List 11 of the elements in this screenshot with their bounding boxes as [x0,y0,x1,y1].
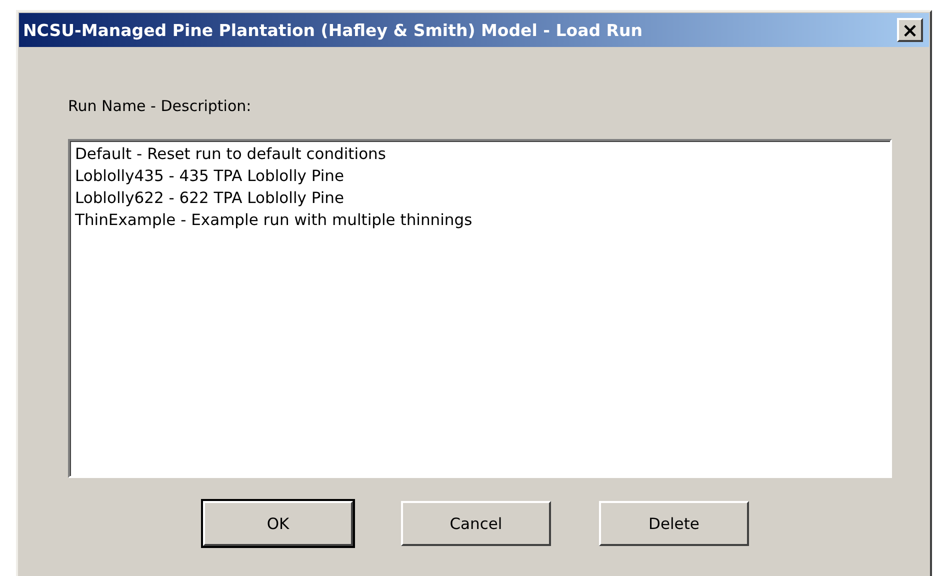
dialog-button[interactable]: Delete [599,501,749,546]
window-title: NCSU-Managed Pine Plantation (Hafley & Smith) Model - Load Run [23,20,642,40]
list-item[interactable]: Loblolly622 - 622 TPA Loblolly Pine [75,187,885,209]
run-list[interactable]: Default - Reset run to default conditions Loblolly435 - 435 TPA Loblolly Pine Loblolly622 - 622 TPA Loblolly Pine ThinExample - Example run with multiple thinnings [68,139,892,478]
list-item[interactable]: Default - Reset run to default conditions [75,143,885,165]
list-item[interactable]: ThinExample - Example run with multiple thinnings [75,209,885,231]
dialog-button[interactable]: OK [203,501,353,546]
dialog-button[interactable]: Cancel [401,501,551,546]
close-button[interactable]: × [897,18,923,42]
list-item[interactable]: Loblolly435 - 435 TPA Loblolly Pine [75,165,885,187]
list-label: Run Name - Description: [68,97,252,115]
